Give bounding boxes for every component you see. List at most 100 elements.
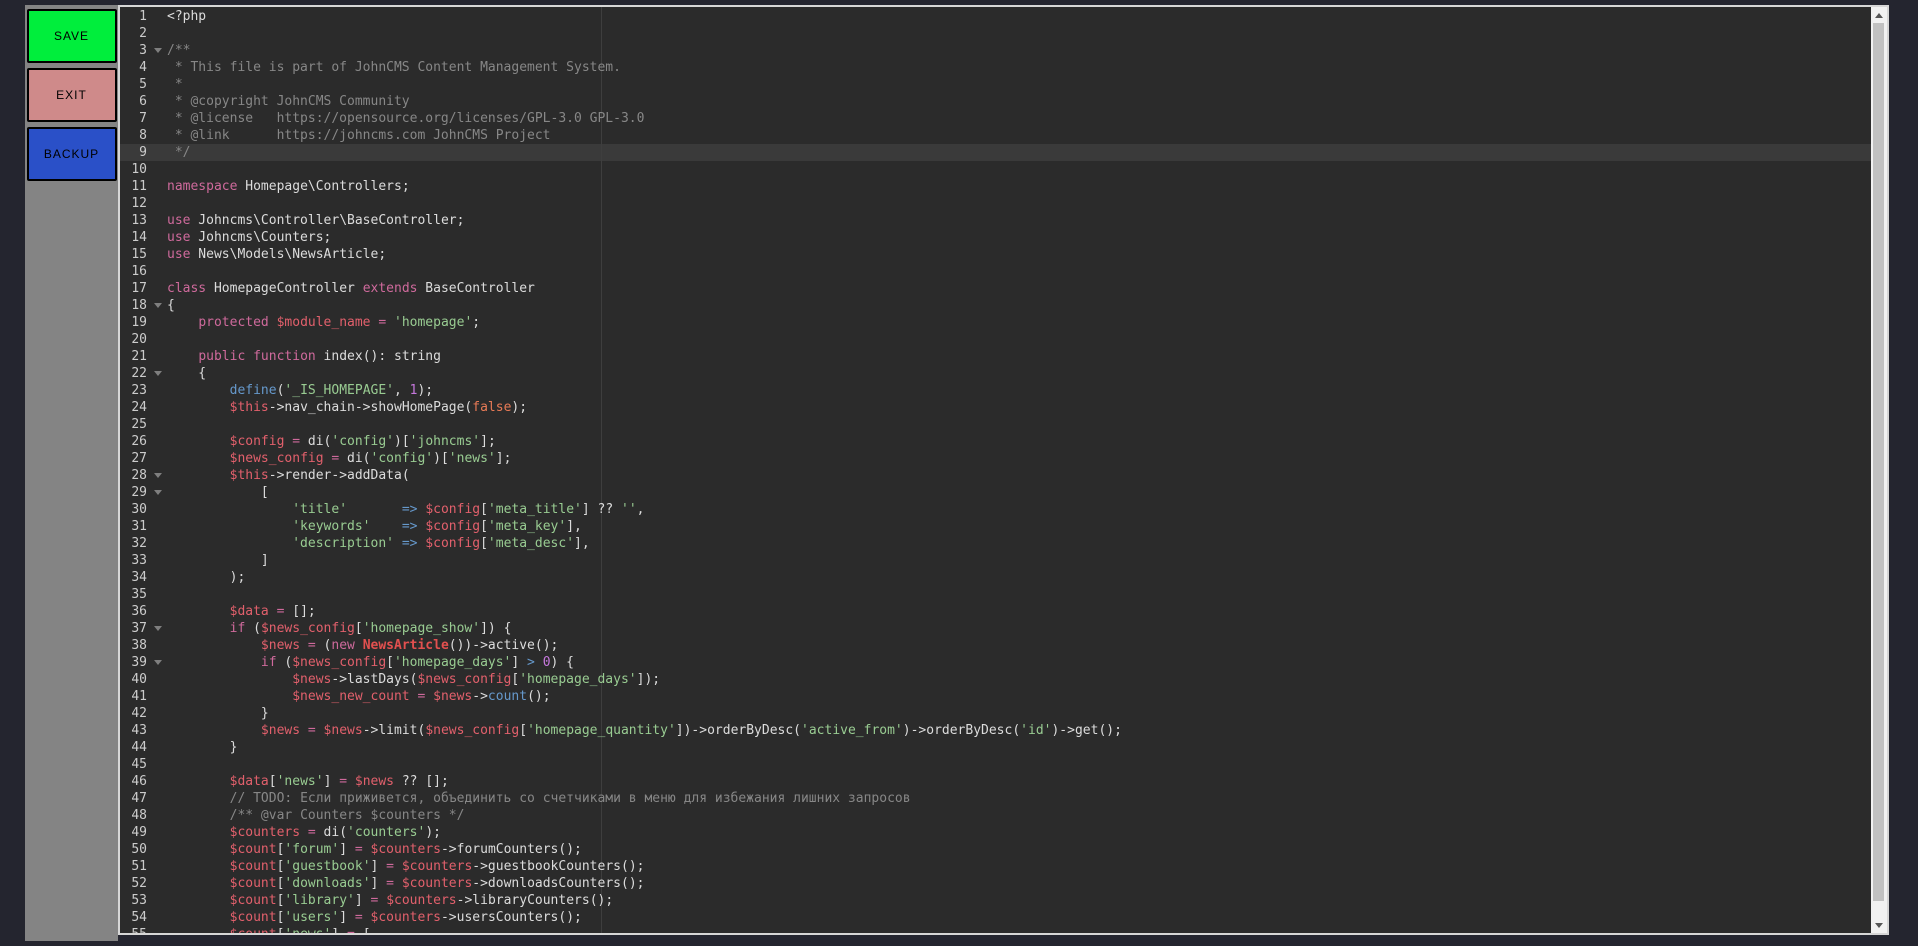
code-line[interactable]: ); [167, 569, 1871, 586]
gutter-line-number: 46 [120, 773, 167, 790]
code-line[interactable]: $news_new_count = $news->count(); [167, 688, 1871, 705]
gutter-line-number: 2 [120, 25, 167, 42]
gutter-line-number: 18 [120, 297, 167, 314]
code-line[interactable] [167, 263, 1871, 280]
code-editor[interactable]: 1234567891011121314151617181920212223242… [118, 5, 1889, 935]
gutter-line-number: 31 [120, 518, 167, 535]
vertical-scrollbar[interactable] [1871, 7, 1887, 933]
scrollbar-up-button[interactable] [1871, 7, 1887, 23]
fold-icon[interactable] [154, 371, 162, 376]
gutter-line-number: 15 [120, 246, 167, 263]
code-line[interactable]: define('_IS_HOMEPAGE', 1); [167, 382, 1871, 399]
code-line[interactable]: * @link https://johncms.com JohnCMS Proj… [167, 127, 1871, 144]
code-line[interactable]: <?php [167, 8, 1871, 25]
gutter-line-number: 34 [120, 569, 167, 586]
gutter-line-number: 1 [120, 8, 167, 25]
code-line[interactable]: * @license https://opensource.org/licens… [167, 110, 1871, 127]
code-line[interactable]: $count['guestbook'] = $counters->guestbo… [167, 858, 1871, 875]
code-line[interactable]: protected $module_name = 'homepage'; [167, 314, 1871, 331]
code-line[interactable]: * [167, 76, 1871, 93]
gutter-line-number: 48 [120, 807, 167, 824]
code-line[interactable]: $this->nav_chain->showHomePage(false); [167, 399, 1871, 416]
gutter-line-number: 43 [120, 722, 167, 739]
code-line[interactable]: $data = []; [167, 603, 1871, 620]
code-line[interactable] [167, 25, 1871, 42]
code-line[interactable]: } [167, 705, 1871, 722]
gutter-line-number: 19 [120, 314, 167, 331]
code-line[interactable]: public function index(): string [167, 348, 1871, 365]
code-line[interactable]: use Johncms\Counters; [167, 229, 1871, 246]
code-line[interactable]: { [167, 297, 1871, 314]
code-line[interactable]: use News\Models\NewsArticle; [167, 246, 1871, 263]
code-line[interactable]: if ($news_config['homepage_show']) { [167, 620, 1871, 637]
gutter-line-number: 4 [120, 59, 167, 76]
code-line[interactable]: { [167, 365, 1871, 382]
code-line[interactable]: * This file is part of JohnCMS Content M… [167, 59, 1871, 76]
gutter-line-number: 21 [120, 348, 167, 365]
gutter-line-number: 33 [120, 552, 167, 569]
fold-icon[interactable] [154, 626, 162, 631]
code-line[interactable] [167, 416, 1871, 433]
gutter-line-number: 51 [120, 858, 167, 875]
code-line[interactable]: $config = di('config')['johncms']; [167, 433, 1871, 450]
gutter-line-number: 42 [120, 705, 167, 722]
code-line[interactable]: $news->lastDays($news_config['homepage_d… [167, 671, 1871, 688]
code-line[interactable]: $count['library'] = $counters->libraryCo… [167, 892, 1871, 909]
code-line[interactable]: $count['forum'] = $counters->forumCounte… [167, 841, 1871, 858]
code-line[interactable] [167, 586, 1871, 603]
gutter-line-number: 54 [120, 909, 167, 926]
gutter-line-number: 50 [120, 841, 167, 858]
exit-button[interactable]: EXIT [27, 68, 117, 122]
code-line[interactable] [167, 195, 1871, 212]
scrollbar-down-button[interactable] [1871, 917, 1887, 933]
code-line[interactable]: $count['downloads'] = $counters->downloa… [167, 875, 1871, 892]
button-panel: SAVE EXIT BACKUP [25, 5, 118, 941]
code-line[interactable]: $counters = di('counters'); [167, 824, 1871, 841]
gutter-line-number: 24 [120, 399, 167, 416]
code-line[interactable]: */ [167, 144, 1871, 161]
code-content[interactable]: <?php /** * This file is part of JohnCMS … [167, 8, 1871, 935]
fold-icon[interactable] [154, 490, 162, 495]
code-line[interactable] [167, 331, 1871, 348]
gutter-line-number: 9 [120, 144, 167, 161]
code-line[interactable] [167, 756, 1871, 773]
code-line[interactable]: $data['news'] = $news ?? []; [167, 773, 1871, 790]
fold-icon[interactable] [154, 48, 162, 53]
code-line[interactable]: 'description' => $config['meta_desc'], [167, 535, 1871, 552]
code-line[interactable]: use Johncms\Controller\BaseController; [167, 212, 1871, 229]
code-line[interactable]: $news_config = di('config')['news']; [167, 450, 1871, 467]
save-button[interactable]: SAVE [27, 9, 117, 63]
fold-icon[interactable] [154, 473, 162, 478]
code-line[interactable]: /** [167, 42, 1871, 59]
code-line[interactable]: // TODO: Если приживется, объединить со … [167, 790, 1871, 807]
code-line[interactable]: class HomepageController extends BaseCon… [167, 280, 1871, 297]
code-line[interactable]: } [167, 739, 1871, 756]
code-line[interactable]: $news = (new NewsArticle())->active(); [167, 637, 1871, 654]
gutter-line-number: 14 [120, 229, 167, 246]
code-line[interactable]: $news = $news->limit($news_config['homep… [167, 722, 1871, 739]
gutter-line-number: 23 [120, 382, 167, 399]
gutter-line-number: 16 [120, 263, 167, 280]
fold-icon[interactable] [154, 660, 162, 665]
gutter-line-number: 17 [120, 280, 167, 297]
fold-icon[interactable] [154, 303, 162, 308]
gutter-line-number: 8 [120, 127, 167, 144]
code-line[interactable]: if ($news_config['homepage_days'] > 0) { [167, 654, 1871, 671]
code-line[interactable]: * @copyright JohnCMS Community [167, 93, 1871, 110]
code-line[interactable]: 'title' => $config['meta_title'] ?? '', [167, 501, 1871, 518]
code-line[interactable]: $count['users'] = $counters->usersCounte… [167, 909, 1871, 926]
scrollbar-thumb[interactable] [1873, 23, 1884, 901]
code-line[interactable]: /** @var Counters $counters */ [167, 807, 1871, 824]
code-line[interactable]: ] [167, 552, 1871, 569]
code-line[interactable]: $this->render->addData( [167, 467, 1871, 484]
code-line[interactable]: namespace Homepage\Controllers; [167, 178, 1871, 195]
gutter-line-number: 45 [120, 756, 167, 773]
gutter-line-number: 12 [120, 195, 167, 212]
gutter-line-number: 26 [120, 433, 167, 450]
backup-button[interactable]: BACKUP [27, 127, 117, 181]
code-line[interactable]: 'keywords' => $config['meta_key'], [167, 518, 1871, 535]
code-line[interactable]: [ [167, 484, 1871, 501]
code-line[interactable] [167, 161, 1871, 178]
code-line[interactable]: $count['news'] = [ [167, 926, 1871, 935]
gutter-line-number: 11 [120, 178, 167, 195]
